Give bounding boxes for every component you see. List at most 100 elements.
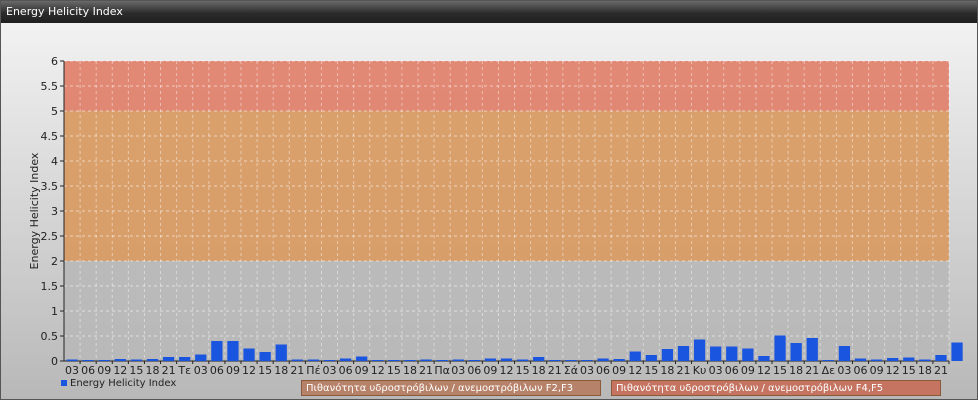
bar-25 xyxy=(468,360,480,361)
x-tick-label: 12 xyxy=(371,364,385,377)
bar-38 xyxy=(677,346,690,361)
x-tick-label: 09 xyxy=(612,364,626,377)
bar-37 xyxy=(661,349,674,361)
y-tick-label: 3.5 xyxy=(41,180,59,193)
x-tick-label: 12 xyxy=(886,364,900,377)
x-tick-label: 03 xyxy=(451,364,465,377)
bar-51 xyxy=(887,358,899,361)
chart-area: 0 0.5 1 1.5 2 2.5 3 3.5 4 4.5 5 5.5 6 Energy Helicity… xyxy=(1,23,977,399)
x-tick-label: 15 xyxy=(258,364,272,377)
bar-16 xyxy=(323,360,336,361)
bar-39 xyxy=(693,339,706,361)
x-tick-label: 15 xyxy=(516,364,530,377)
y-tick-label: 5 xyxy=(51,105,58,118)
x-tick-label: 12 xyxy=(242,364,256,377)
bar-12 xyxy=(259,352,271,361)
x-tick-label: 12 xyxy=(757,364,771,377)
bar-18 xyxy=(356,356,368,361)
x-tick-label: 06 xyxy=(339,364,353,377)
y-tick-label: 0 xyxy=(51,355,58,368)
x-tick-label: 09 xyxy=(226,364,240,377)
bar-41 xyxy=(726,346,738,361)
bar-9 xyxy=(211,341,223,361)
y-tick-label: 0.5 xyxy=(41,330,59,343)
x-tick-label: 18 xyxy=(274,364,288,377)
y-tick-label: 1.5 xyxy=(41,280,59,293)
bar-21 xyxy=(404,360,416,361)
chart-window: Energy Helicity Index 0 0.5 1 1.5 2 2.5 3 3.5 4 4… xyxy=(0,0,978,400)
x-tick-label: 03 xyxy=(709,364,723,377)
x-tick-label: 18 xyxy=(146,364,160,377)
bar-45 xyxy=(790,343,802,361)
bar-24 xyxy=(452,359,464,361)
legend-note-f2-f3: Πιθανότητα υδροστρόβιλων / ανεμοστρόβιλω… xyxy=(301,380,601,396)
x-tick-label: 18 xyxy=(660,364,674,377)
bar-19 xyxy=(372,360,384,361)
x-tick-label: Πα xyxy=(434,364,450,377)
bar-5 xyxy=(146,359,159,361)
x-tick-label: 21 xyxy=(548,364,562,377)
bar-11 xyxy=(243,348,255,361)
x-tick-label: 21 xyxy=(805,364,819,377)
x-tick-label: 15 xyxy=(387,364,401,377)
bar-52 xyxy=(903,357,915,361)
x-tick-label: 06 xyxy=(467,364,481,377)
x-tick-label: Κυ xyxy=(693,364,707,377)
bar-36 xyxy=(645,355,657,361)
x-tick-label: 15 xyxy=(129,364,143,377)
bar-0 xyxy=(66,359,78,361)
bar-43 xyxy=(758,356,770,361)
y-tick-label: 5.5 xyxy=(41,80,59,93)
x-tick-label: 06 xyxy=(210,364,224,377)
bar-55 xyxy=(951,342,963,361)
bar-20 xyxy=(388,360,400,361)
x-tick-label: 12 xyxy=(113,364,127,377)
bar-14 xyxy=(291,359,303,361)
ehi-chart: 0 0.5 1 1.5 2 2.5 3 3.5 4 4.5 5 5.5 6 Energy Helicity… xyxy=(28,55,963,389)
x-tick-label: 21 xyxy=(290,364,304,377)
y-tick-label: 2.5 xyxy=(41,230,59,243)
x-tick-label: 15 xyxy=(902,364,916,377)
x-tick-label: 06 xyxy=(81,364,95,377)
x-tick-label: 09 xyxy=(483,364,497,377)
bar-4 xyxy=(130,359,143,361)
x-tick-label: 03 xyxy=(323,364,337,377)
bar-49 xyxy=(854,358,867,361)
x-tick-label: 03 xyxy=(837,364,851,377)
x-tick-label: Σά xyxy=(564,364,578,377)
bar-35 xyxy=(629,351,641,361)
y-tick-label: 1 xyxy=(51,305,58,318)
bar-28 xyxy=(516,359,529,361)
x-tick-label: Δε xyxy=(822,364,836,377)
x-tick-label: 21 xyxy=(162,364,176,377)
y-tick-label: 3 xyxy=(51,205,58,218)
bar-33 xyxy=(597,358,609,361)
bar-42 xyxy=(742,348,754,361)
bar-47 xyxy=(822,360,834,361)
bar-50 xyxy=(870,359,883,361)
bar-2 xyxy=(98,360,110,361)
bar-1 xyxy=(82,360,94,361)
bar-40 xyxy=(710,346,722,361)
x-tick-label: 09 xyxy=(870,364,884,377)
x-tick-label: 06 xyxy=(725,364,739,377)
x-tick-label: 09 xyxy=(355,364,369,377)
bar-23 xyxy=(436,360,448,361)
x-tick-label: 15 xyxy=(644,364,658,377)
bar-27 xyxy=(500,358,513,361)
x-tick-label: 12 xyxy=(500,364,514,377)
bar-10 xyxy=(227,341,239,361)
bar-32 xyxy=(581,360,593,361)
x-tick-label: 18 xyxy=(789,364,803,377)
bar-3 xyxy=(114,359,126,361)
x-tick-label: 21 xyxy=(419,364,433,377)
bar-26 xyxy=(484,358,497,361)
bar-31 xyxy=(565,360,577,361)
bar-13 xyxy=(275,344,287,361)
bar-54 xyxy=(935,355,947,361)
x-tick-label: 06 xyxy=(854,364,868,377)
bar-53 xyxy=(919,359,931,361)
x-tick-label: 06 xyxy=(596,364,610,377)
bar-29 xyxy=(533,357,545,361)
x-tick-label: 09 xyxy=(97,364,111,377)
